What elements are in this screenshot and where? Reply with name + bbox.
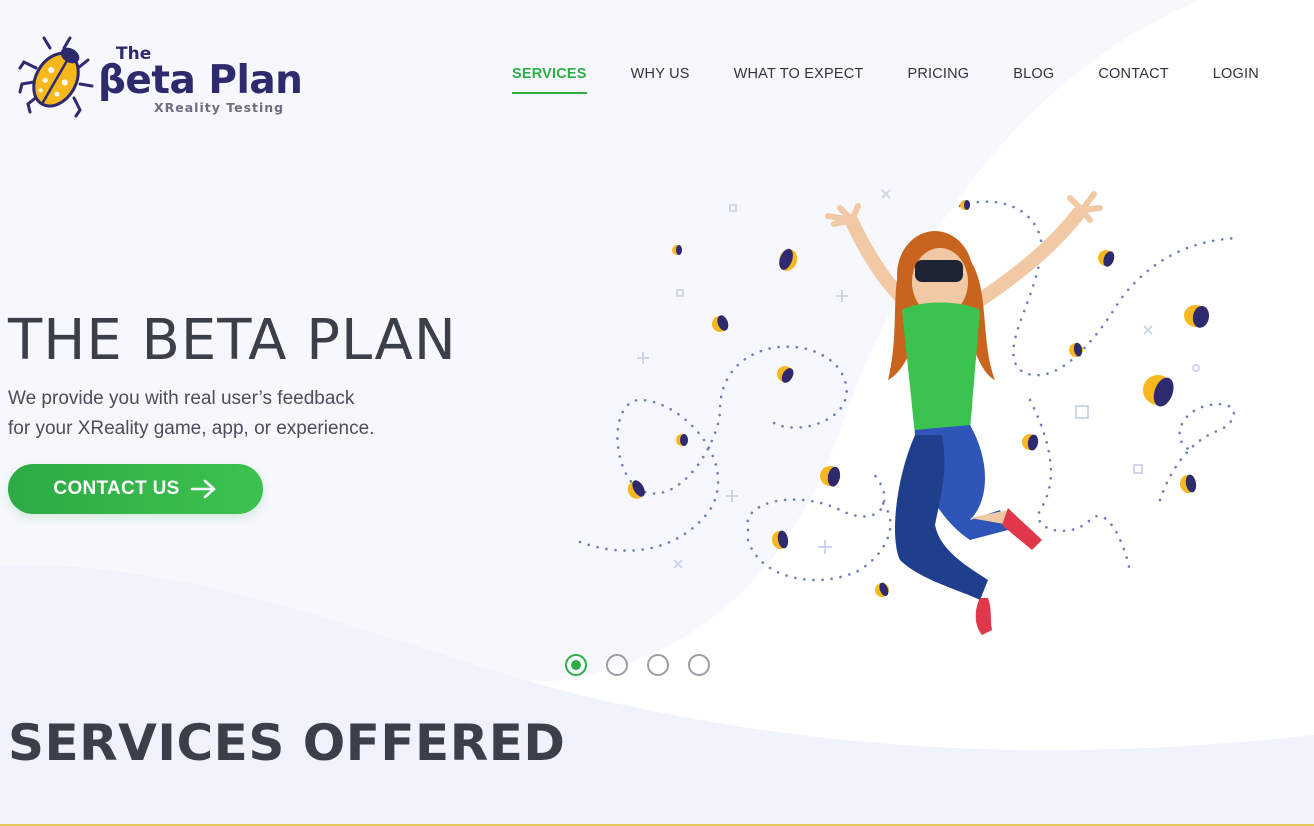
slider-dot-4[interactable] bbox=[688, 654, 710, 676]
services-title: SERVICES OFFERED bbox=[8, 714, 566, 772]
hero-title: THE BETA PLAN bbox=[8, 308, 457, 373]
hero-description-line-2: for your XReality game, app, or experien… bbox=[8, 418, 375, 439]
nav-item-blog[interactable]: BLOG bbox=[1013, 66, 1054, 94]
brand-tagline: XReality Testing bbox=[154, 100, 285, 115]
slider-dot-1[interactable] bbox=[565, 654, 587, 676]
nav-item-what-to-expect[interactable]: WHAT TO EXPECT bbox=[734, 66, 864, 94]
slider-dot-2[interactable] bbox=[606, 654, 628, 676]
beetle-logo-icon bbox=[18, 36, 94, 118]
brand-name: βeta Plan bbox=[98, 58, 303, 103]
main-nav: SERVICES WHY US WHAT TO EXPECT PRICING B… bbox=[490, 66, 1281, 96]
brand-logo[interactable]: The βeta Plan XReality Testing bbox=[18, 34, 308, 120]
slider-dot-3[interactable] bbox=[647, 654, 669, 676]
contact-us-button[interactable]: CONTACT US bbox=[8, 464, 263, 514]
nav-item-services[interactable]: SERVICES bbox=[512, 66, 587, 94]
hero-description-line-1: We provide you with real user’s feedback bbox=[8, 388, 355, 409]
nav-item-login[interactable]: LOGIN bbox=[1213, 66, 1259, 94]
contact-us-label: CONTACT US bbox=[53, 478, 180, 499]
hero-description: We provide you with real user’s feedback… bbox=[8, 384, 428, 444]
vr-girl-illustration bbox=[578, 189, 1240, 635]
nav-item-why-us[interactable]: WHY US bbox=[631, 66, 690, 94]
slider-dots bbox=[565, 654, 729, 676]
arrow-right-icon bbox=[190, 479, 215, 499]
nav-item-contact[interactable]: CONTACT bbox=[1098, 66, 1168, 94]
nav-item-pricing[interactable]: PRICING bbox=[907, 66, 969, 94]
